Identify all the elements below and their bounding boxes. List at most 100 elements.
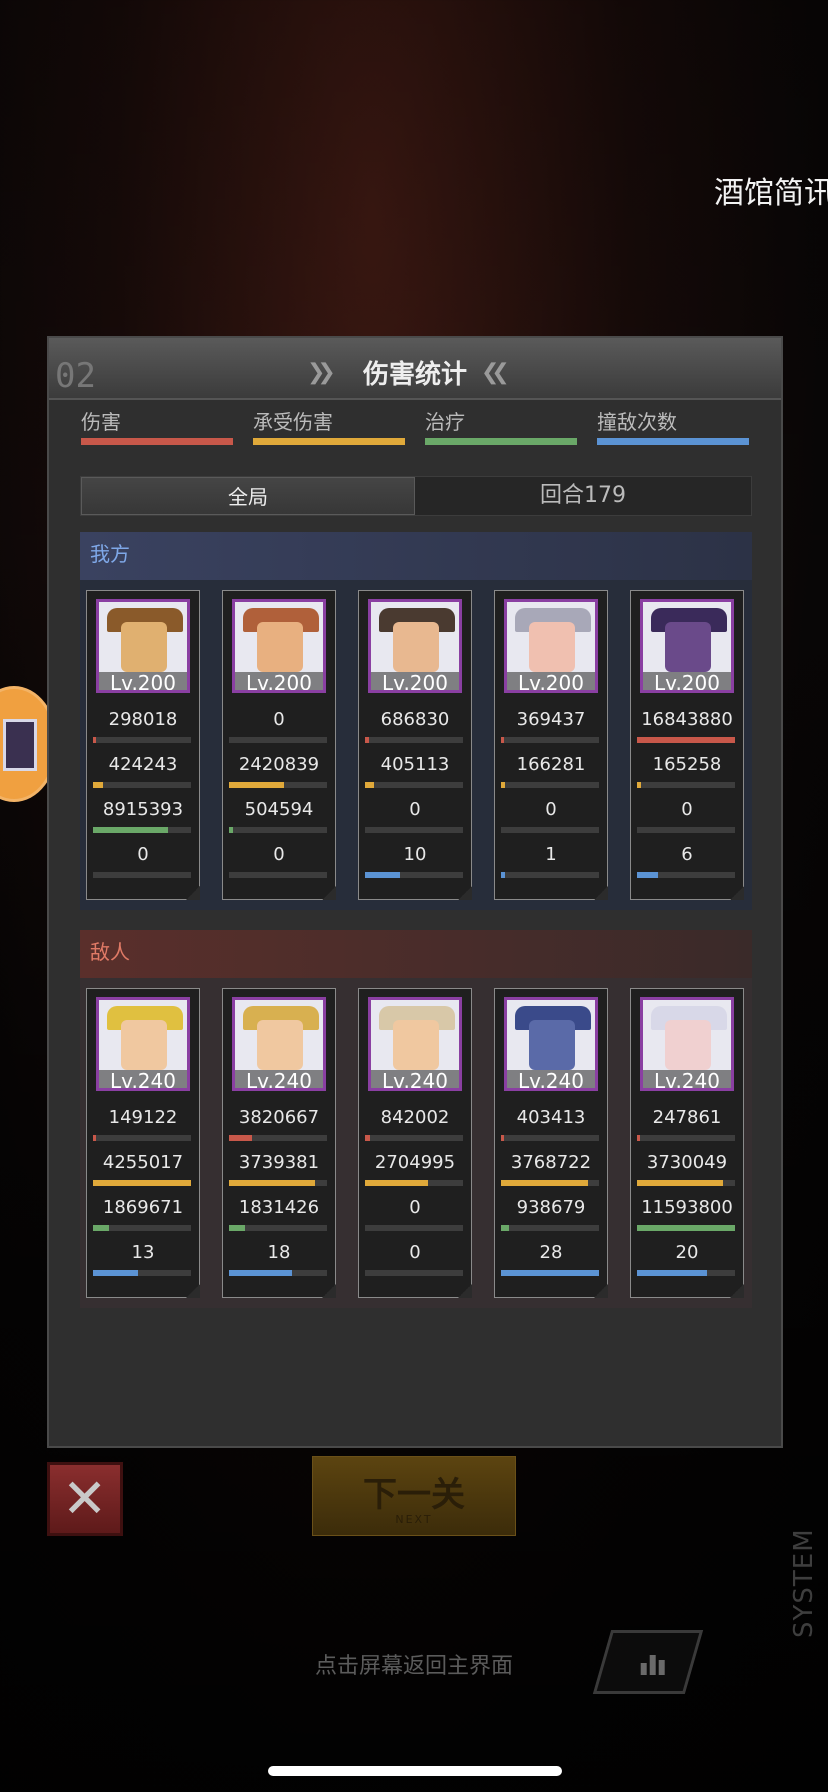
stat-bar-fill xyxy=(637,1180,723,1186)
stat-bar-track xyxy=(229,1180,327,1186)
stat-bar-fill xyxy=(229,782,284,788)
unit-level: Lv.240 xyxy=(99,1070,187,1088)
stat-hits: 0 xyxy=(409,1242,421,1263)
unit-card[interactable]: Lv.200 369437 166281 0 1 xyxy=(494,590,608,900)
stat-taken: 3739381 xyxy=(238,1152,320,1173)
stat-bar-fill xyxy=(229,1135,252,1141)
stat-bar-track xyxy=(365,827,463,833)
stat-damage: 369437 xyxy=(516,709,586,730)
stat-damage: 247861 xyxy=(652,1107,722,1128)
portrait-face xyxy=(665,622,711,672)
unit-level: Lv.240 xyxy=(371,1070,459,1088)
stat-heal: 11593800 xyxy=(641,1197,733,1218)
unit-portrait: Lv.200 xyxy=(368,599,462,693)
stat-bar-fill xyxy=(93,827,168,833)
stat-hits: 1 xyxy=(545,844,557,865)
legend-label: 治疗 xyxy=(425,410,465,434)
stat-bar-fill xyxy=(365,872,400,878)
stat-damage: 403413 xyxy=(516,1107,586,1128)
home-indicator[interactable] xyxy=(268,1766,562,1776)
unit-card[interactable]: Lv.200 686830 405113 0 10 xyxy=(358,590,472,900)
stat-bar-track xyxy=(365,782,463,788)
unit-portrait: Lv.240 xyxy=(368,997,462,1091)
stat-bar-fill xyxy=(93,1270,138,1276)
unit-card[interactable]: Lv.240 149122 4255017 1869671 13 xyxy=(86,988,200,1298)
stat-taken: 3730049 xyxy=(646,1152,728,1173)
stat-hits: 28 xyxy=(539,1242,563,1263)
unit-card[interactable]: Lv.240 842002 2704995 0 0 xyxy=(358,988,472,1298)
enemies-header: 敌人 xyxy=(80,930,752,978)
legend-label: 撞敌次数 xyxy=(597,410,677,434)
bar-chart-icon xyxy=(640,1651,667,1675)
unit-level: Lv.240 xyxy=(235,1070,323,1088)
unit-card[interactable]: Lv.240 403413 3768722 938679 28 xyxy=(494,988,608,1298)
stat-heal: 0 xyxy=(681,799,693,820)
tab-overall[interactable]: 全局 xyxy=(81,477,415,515)
stat-bar-track xyxy=(501,782,599,788)
legend-bar xyxy=(597,438,749,445)
stat-bar-track xyxy=(501,872,599,878)
return-hint[interactable]: 点击屏幕返回主界面 xyxy=(0,1648,828,1680)
stat-bar-track xyxy=(501,1135,599,1141)
unit-level: Lv.240 xyxy=(643,1070,731,1088)
unit-level: Lv.200 xyxy=(371,672,459,690)
stat-bar-fill xyxy=(365,1180,428,1186)
portrait-face xyxy=(393,1020,439,1070)
stat-bar-track xyxy=(637,782,735,788)
stat-bar-track xyxy=(229,827,327,833)
stat-bar-fill xyxy=(637,737,735,743)
unit-portrait: Lv.200 xyxy=(504,599,598,693)
unit-card[interactable]: Lv.240 3820667 3739381 1831426 18 xyxy=(222,988,336,1298)
stat-hits: 6 xyxy=(681,844,693,865)
allies-cards: Lv.200 298018 424243 8915393 0 Lv.200 0 2420839… xyxy=(80,580,752,910)
stat-bar-fill xyxy=(501,1225,509,1231)
stat-heal: 1831426 xyxy=(238,1197,320,1218)
next-level-button[interactable]: 下一关 NEXT xyxy=(312,1456,516,1536)
stat-bar-track xyxy=(93,827,191,833)
tavern-news-label[interactable]: 酒馆简讯 xyxy=(714,168,828,212)
stat-bar-fill xyxy=(229,1180,315,1186)
scope-tabs: 全局 回合179 xyxy=(80,476,752,516)
chevron-left-icon: ❮❮ xyxy=(481,360,510,385)
stat-bar-track xyxy=(365,1135,463,1141)
stat-heal: 938679 xyxy=(516,1197,586,1218)
unit-card[interactable]: Lv.200 0 2420839 504594 0 xyxy=(222,590,336,900)
stat-taken: 166281 xyxy=(516,754,586,775)
stat-bar-track xyxy=(365,1225,463,1231)
unit-level: Lv.200 xyxy=(235,672,323,690)
stat-heal: 8915393 xyxy=(102,799,184,820)
legend-heal: 治疗 xyxy=(425,406,577,450)
stat-bar-fill xyxy=(229,827,233,833)
unit-card[interactable]: Lv.200 16843880 165258 0 6 xyxy=(630,590,744,900)
stat-bar-fill xyxy=(365,782,374,788)
tab-round[interactable]: 回合179 xyxy=(415,477,751,515)
unit-card[interactable]: Lv.240 247861 3730049 11593800 20 xyxy=(630,988,744,1298)
unit-level: Lv.200 xyxy=(643,672,731,690)
unit-portrait: Lv.240 xyxy=(232,997,326,1091)
stat-bar-track xyxy=(501,1180,599,1186)
stats-button[interactable] xyxy=(592,1630,704,1694)
stat-taken: 405113 xyxy=(380,754,450,775)
stat-bar-track xyxy=(93,737,191,743)
unit-portrait: Lv.240 xyxy=(96,997,190,1091)
close-button[interactable]: ✕ xyxy=(47,1462,123,1536)
stat-taken: 165258 xyxy=(652,754,722,775)
stat-bar-track xyxy=(637,1180,735,1186)
unit-card[interactable]: Lv.200 298018 424243 8915393 0 xyxy=(86,590,200,900)
unit-portrait: Lv.240 xyxy=(504,997,598,1091)
stat-bar-fill xyxy=(365,1135,370,1141)
stat-bar-fill xyxy=(501,1135,504,1141)
stat-damage: 298018 xyxy=(108,709,178,730)
stat-bar-fill xyxy=(93,737,96,743)
stat-heal: 0 xyxy=(409,1197,421,1218)
stat-bar-track xyxy=(93,1135,191,1141)
stat-bar-track xyxy=(365,737,463,743)
stat-hits: 10 xyxy=(403,844,427,865)
stat-bar-track xyxy=(229,782,327,788)
unit-level: Lv.240 xyxy=(507,1070,595,1088)
allies-section: 我方 Lv.200 298018 424243 8915393 0 Lv.200 0 2420… xyxy=(80,532,752,910)
side-hero-sprite xyxy=(3,719,37,771)
panel-title: 伤害统计 xyxy=(362,360,467,390)
stat-bar-track xyxy=(501,827,599,833)
stat-bar-fill xyxy=(501,872,505,878)
